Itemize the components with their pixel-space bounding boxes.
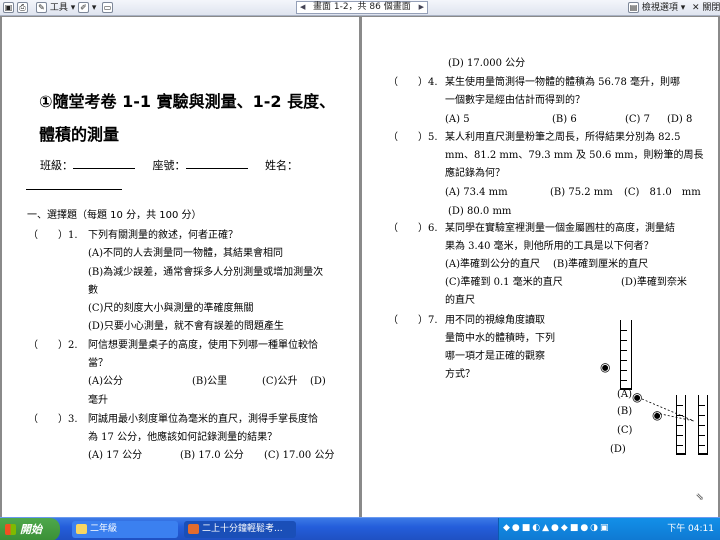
q6-text: 某同學在實驗室裡測量一個金屬圓柱的高度，測量結 [445,223,675,234]
q1-option-a: (A)不同的人去測量同一物體，其結果會相同 [88,248,284,259]
right-page: (D) 17.000 公分 （ ）4. 某生使用量筒測得一物體的體積為 56.7… [362,17,718,517]
q3-option-a: (A) 17 公分 [88,450,143,461]
q7-text: 用不同的視線角度讀取 [445,315,545,326]
q6-option-a: (A)準確到公分的直尺 [445,259,541,270]
q7-answer-paren[interactable]: （ ）7. [388,314,438,328]
q7-text-cont3: 方式？ [445,369,475,380]
taskbar-item-presentation[interactable]: 二上十分鐘輕鬆考... [184,521,296,538]
q2-option-b: (B)公里 [192,376,228,387]
tools-label: 工具 [49,3,68,13]
view-options-icon: ▤ [628,2,639,13]
q5-option-c: (C) 81.0 mm [624,187,701,198]
viewer-toolbar: ▣ ⎙ ✎ 工具 ▾ ✐ ▾ ▭ ◀ 畫面 1-2，共 86 個畫面 ▶ ▤ 檢… [0,0,720,16]
tray-icons[interactable]: ◆●■◐▲●◆■●◑▣ [503,523,611,533]
system-tray: ◆●■◐▲●◆■●◑▣ 下午 04:11 [498,518,720,540]
q3-option-d: (D) 17.000 公分 [448,58,526,69]
q4-answer-paren[interactable]: （ ）4. [388,76,438,90]
clock[interactable]: 下午 04:11 [667,518,714,540]
q1-option-d: (D)只要小心測量，就不會有誤差的問題產生 [88,321,284,332]
page-selector[interactable]: ◀ 畫面 1-2，共 86 個畫面 ▶ [296,1,428,14]
q6-option-c: (C)準確到 0.1 毫米的直尺 [445,277,563,288]
q4-option-a: (A) 5 [445,114,470,125]
q7-text-cont: 量筒中水的體積時，下列 [445,333,555,344]
q4-text: 某生使用量筒測得一物體的體積為 56.78 毫升，則哪 [445,77,680,88]
q5-text-cont: mm、81.2 mm、79.3 mm 及 50.6 mm，則粉筆的周長 [445,150,704,161]
q2-option-d: (D) [310,376,326,387]
pen-icon[interactable]: ✐ ▾ [78,2,96,14]
q1-option-c: (C)尺的刻度大小與測量的準確度無關 [88,303,254,314]
figure-label-b: (B) [617,406,633,417]
prev-page-icon[interactable]: ◀ [300,2,305,13]
q3-option-b: (B) 17.0 公分 [180,450,244,461]
q5-option-b: (B) 75.2 mm [550,187,613,198]
eye-icon: ◉ [600,360,611,374]
eye-icon: ◉ [632,390,643,404]
folder-icon [76,524,87,534]
section-heading: 一、選擇題（每題 10 分，共 100 分） [27,210,202,221]
q4-option-d: (D) 8 [667,114,693,125]
quiz-title: ①隨堂考卷 1-1 實驗與測量、1-2 長度、 體積的測量 [39,92,336,144]
start-button[interactable]: 開始 [0,518,60,540]
q2-text-cont: 當？ [88,358,108,369]
figure-label-c: (C) [617,425,633,436]
save-icon[interactable]: ▣ [3,2,14,14]
q5-text: 某人利用直尺測量粉筆之周長，所得結果分別為 82.5 [445,132,681,143]
q3-option-c: (C) 17.00 公分 [264,450,335,461]
q2-answer-paren[interactable]: （ ）2. [28,339,78,353]
q1-answer-paren[interactable]: （ ）1. [28,229,78,243]
powerpoint-icon [188,524,199,534]
taskbar: 開始 二年級 二上十分鐘輕鬆考... ◆●■◐▲●◆■●◑▣ 下午 04:11 [0,517,720,540]
q1-text: 下列有關測量的敘述，何者正確？ [88,230,238,241]
q1-option-b-cont: 數 [88,285,98,296]
q7-text-cont2: 哪一項才是正確的觀察 [445,351,545,362]
left-page: ①隨堂考卷 1-1 實驗與測量、1-2 長度、 體積的測量 班級： 座號： 姓名… [2,17,359,517]
print-icon[interactable]: ⎙ [17,2,28,14]
q2-option-a: (A)公分 [88,376,124,387]
q3-answer-paren[interactable]: （ ）3. [28,413,78,427]
figure-label-d: (D) [610,444,626,455]
next-page-icon[interactable]: ▶ [419,2,424,13]
resize-arrow-icon[interactable]: ⇘ [696,492,704,503]
tools-icon: ✎ [36,2,47,13]
q1-option-b: (B)為減少誤差，通常會採多人分別測量或增加測量次 [88,267,324,278]
q2-text: 阿信想要測量桌子的高度，使用下列哪一種單位較恰 [88,340,318,351]
tools-menu[interactable]: ✎ 工具 ▾ [36,2,75,14]
close-icon: ✕ [692,3,700,13]
q3-text-cont: 為 17 公分，他應該如何記錄測量的結果？ [88,432,278,443]
close-button[interactable]: ✕ 關閉 [692,2,720,14]
sight-lines [642,398,695,422]
q2-option-c: (C)公升 [262,376,298,387]
q6-option-b: (B)準確到厘米的直尺 [553,259,649,270]
figure-label-a: (A) [617,389,633,400]
student-info: 班級： 座號： 姓名： [26,155,346,197]
q6-option-d-cont: 的直尺 [445,295,475,306]
q3-text: 阿誠用最小刻度單位為毫米的直尺，測得手掌長度恰 [88,414,318,425]
q2-option-d-cont: 毫升 [88,395,108,406]
view-options-button[interactable]: ▤ 檢視選項 ▾ [628,2,685,14]
page-indicator: 畫面 1-2，共 86 個畫面 [313,2,411,12]
q5-option-a: (A) 73.4 mm [445,187,508,198]
q5-text-cont2: 應記錄為何？ [445,168,505,179]
folder-icon[interactable]: ▭ [102,2,113,14]
graduated-cylinder-upper [620,320,632,390]
q4-option-c: (C) 7 [625,114,650,125]
q5-answer-paren[interactable]: （ ）5. [388,131,438,145]
q5-option-d: (D) 80.0 mm [448,206,512,217]
windows-logo-icon [5,524,16,535]
q4-option-b: (B) 6 [552,114,577,125]
q6-answer-paren[interactable]: （ ）6. [388,222,438,236]
q6-text-cont: 果為 3.40 毫米，則他所用的工具是以下何者？ [445,241,654,252]
q4-text-cont: 一個數字是經由估計而得到的？ [445,95,585,106]
taskbar-item-folder[interactable]: 二年級 [72,521,178,538]
q6-option-d: (D)準確到奈米 [621,277,687,288]
